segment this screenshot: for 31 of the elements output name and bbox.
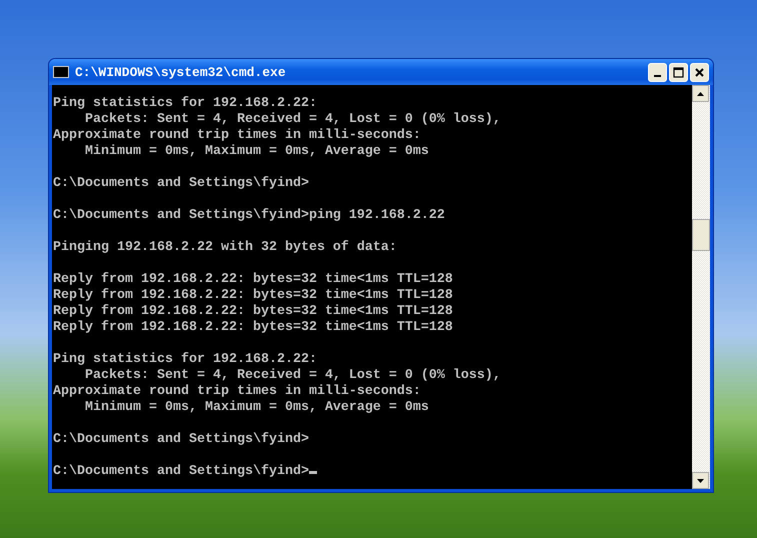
console-line: Reply from 192.168.2.22: bytes=32 time<1ms TTL=128	[53, 272, 453, 288]
console-line: Minimum = 0ms, Maximum = 0ms, Average = 0ms	[84, 400, 429, 416]
scroll-thumb[interactable]	[692, 219, 710, 251]
up-triangle-icon	[697, 92, 704, 96]
maximize-icon	[673, 66, 684, 78]
console-line: C:\Documents and Settings\fyind>	[53, 176, 309, 192]
console-line: Packets: Sent = 4, Received = 4, Lost = 0 (0% loss),	[84, 112, 501, 128]
window-title: C:\WINDOWS\system32\cmd.exe	[75, 64, 287, 80]
console-line: Reply from 192.168.2.22: bytes=32 time<1ms TTL=128	[53, 288, 453, 304]
minimize-button[interactable]	[648, 62, 667, 82]
console-line: C:\Documents and Settings\fyind>ping 192.168.2.22	[53, 208, 445, 224]
vertical-scrollbar[interactable]	[692, 85, 710, 489]
scroll-down-button[interactable]	[692, 472, 709, 489]
console-line: C:\Documents and Settings\fyind>	[53, 464, 309, 480]
console-line: Approximate round trip times in milli-seconds:	[53, 384, 421, 400]
console-line: C:\Documents and Settings\fyind>	[53, 432, 309, 448]
console-line: Packets: Sent = 4, Received = 4, Lost = 0 (0% loss),	[84, 368, 501, 384]
console-line: Approximate round trip times in milli-seconds:	[53, 128, 421, 144]
minimize-icon	[654, 75, 661, 77]
console-line: Pinging 192.168.2.22 with 32 bytes of data:	[53, 240, 397, 256]
down-triangle-icon	[697, 478, 704, 482]
close-button[interactable]	[690, 62, 709, 82]
console-line: Minimum = 0ms, Maximum = 0ms, Average = 0ms	[84, 144, 429, 160]
console-line: Ping statistics for 192.168.2.22:	[53, 352, 317, 368]
scroll-up-button[interactable]	[692, 85, 709, 102]
console-line: Reply from 192.168.2.22: bytes=32 time<1ms TTL=128	[53, 320, 453, 336]
maximize-button[interactable]	[669, 62, 688, 82]
console-line: Ping statistics for 192.168.2.22:	[53, 96, 317, 112]
close-icon	[694, 66, 705, 78]
console-line: Reply from 192.168.2.22: bytes=32 time<1ms TTL=128	[53, 304, 453, 320]
console-app-icon	[53, 66, 69, 78]
